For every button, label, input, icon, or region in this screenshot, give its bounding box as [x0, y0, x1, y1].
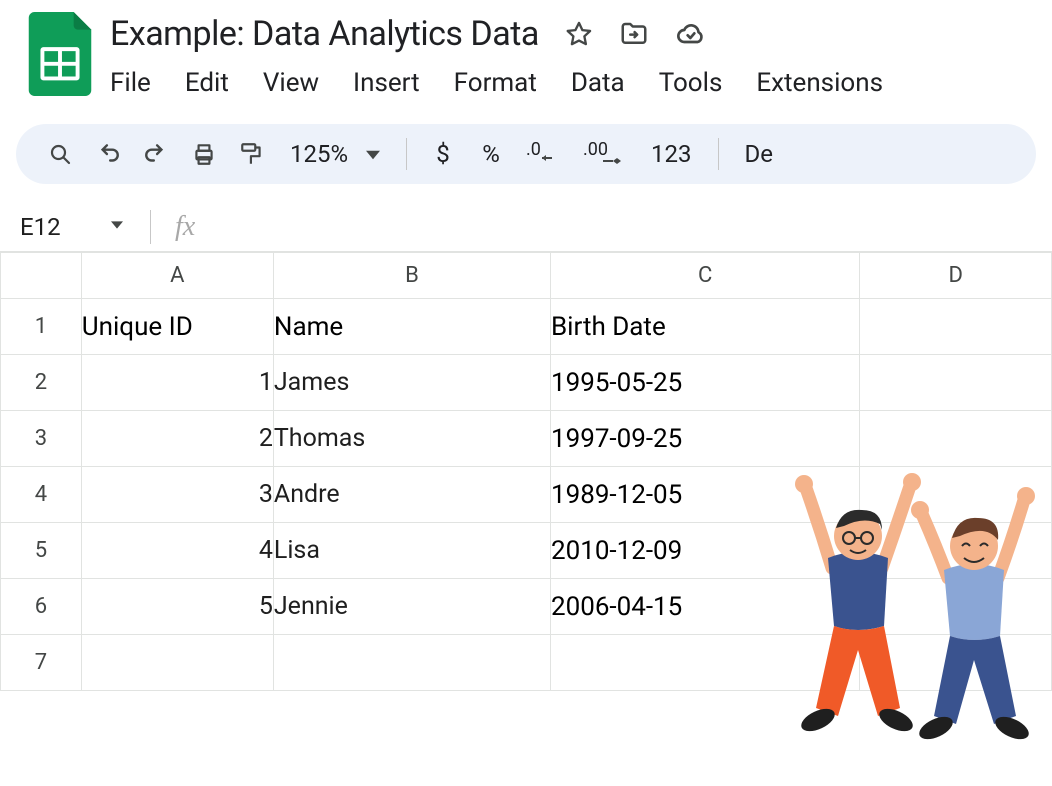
svg-text:.0: .0 [526, 141, 541, 160]
menu-edit[interactable]: Edit [171, 66, 243, 100]
cell-B6[interactable]: Jennie [273, 579, 550, 635]
cell-A6[interactable]: 5 [81, 579, 273, 635]
menu-insert[interactable]: Insert [339, 66, 434, 100]
cell-C2[interactable]: 1995-05-25 [550, 355, 859, 411]
print-icon[interactable] [184, 134, 224, 174]
redo-icon[interactable] [136, 134, 176, 174]
people-illustration [792, 458, 1044, 762]
cell-A2[interactable]: 1 [81, 355, 273, 411]
title-row: Example: Data Analytics Data [110, 14, 1052, 54]
svg-text:.00: .00 [583, 141, 608, 160]
cell-A1[interactable]: Unique ID [81, 299, 273, 355]
move-folder-icon[interactable] [619, 19, 649, 49]
menu-extensions[interactable]: Extensions [742, 66, 897, 100]
table-row: 1 Unique ID Name Birth Date [1, 299, 1052, 355]
fx-label: fx [175, 211, 195, 243]
currency-format-button[interactable]: $ [423, 134, 463, 174]
menu-bar: File Edit View Insert Format Data Tools … [110, 66, 1052, 100]
zoom-value: 125% [290, 140, 348, 168]
cell-C1[interactable]: Birth Date [550, 299, 859, 355]
column-header-A[interactable]: A [81, 253, 273, 299]
column-header-B[interactable]: B [273, 253, 550, 299]
menu-format[interactable]: Format [440, 66, 551, 100]
cell-A4[interactable]: 3 [81, 467, 273, 523]
row-header[interactable]: 3 [1, 411, 82, 467]
row-header[interactable]: 4 [1, 467, 82, 523]
cell-A7[interactable] [81, 635, 273, 691]
row-header[interactable]: 5 [1, 523, 82, 579]
row-header[interactable]: 1 [1, 299, 82, 355]
search-icon[interactable] [40, 134, 80, 174]
table-row: 2 1 James 1995-05-25 [1, 355, 1052, 411]
menu-view[interactable]: View [249, 66, 333, 100]
select-all-corner[interactable] [1, 253, 82, 299]
formula-bar-row: E12 fx [0, 202, 1052, 252]
row-header[interactable]: 6 [1, 579, 82, 635]
header: Example: Data Analytics Data File Edit V… [0, 0, 1052, 100]
more-formats-button[interactable]: 123 [641, 134, 701, 174]
cell-B1[interactable]: Name [273, 299, 550, 355]
font-select[interactable]: De [735, 140, 783, 168]
paint-format-icon[interactable] [232, 134, 272, 174]
separator [150, 210, 151, 244]
menu-data[interactable]: Data [557, 66, 639, 100]
increase-decimal-button[interactable]: .00 [577, 134, 633, 174]
chevron-down-icon [111, 219, 123, 235]
percent-format-button[interactable]: % [471, 134, 511, 174]
toolbar-separator [406, 138, 407, 170]
cell-A5[interactable]: 4 [81, 523, 273, 579]
menu-file[interactable]: File [110, 66, 165, 100]
doc-info: Example: Data Analytics Data File Edit V… [110, 12, 1052, 100]
toolbar: 125% $ % .0 .00 123 De [16, 124, 1036, 184]
toolbar-separator [718, 138, 719, 170]
chevron-down-icon [366, 140, 380, 168]
row-header[interactable]: 7 [1, 635, 82, 691]
name-box-value: E12 [20, 213, 61, 241]
sheets-logo-icon[interactable] [28, 12, 92, 96]
menu-tools[interactable]: Tools [645, 66, 737, 100]
cell-B5[interactable]: Lisa [273, 523, 550, 579]
cell-B4[interactable]: Andre [273, 467, 550, 523]
star-icon[interactable] [565, 20, 593, 48]
column-header-D[interactable]: D [860, 253, 1052, 299]
cell-A3[interactable]: 2 [81, 411, 273, 467]
zoom-select[interactable]: 125% [280, 140, 390, 168]
cloud-status-icon[interactable] [675, 18, 707, 50]
name-box[interactable]: E12 [0, 213, 150, 241]
undo-icon[interactable] [88, 134, 128, 174]
cell-B7[interactable] [273, 635, 550, 691]
column-header-C[interactable]: C [550, 253, 859, 299]
cell-D1[interactable] [860, 299, 1052, 355]
row-header[interactable]: 2 [1, 355, 82, 411]
cell-D2[interactable] [860, 355, 1052, 411]
cell-B3[interactable]: Thomas [273, 411, 550, 467]
cell-B2[interactable]: James [273, 355, 550, 411]
doc-title[interactable]: Example: Data Analytics Data [110, 14, 539, 54]
decrease-decimal-button[interactable]: .0 [519, 134, 569, 174]
